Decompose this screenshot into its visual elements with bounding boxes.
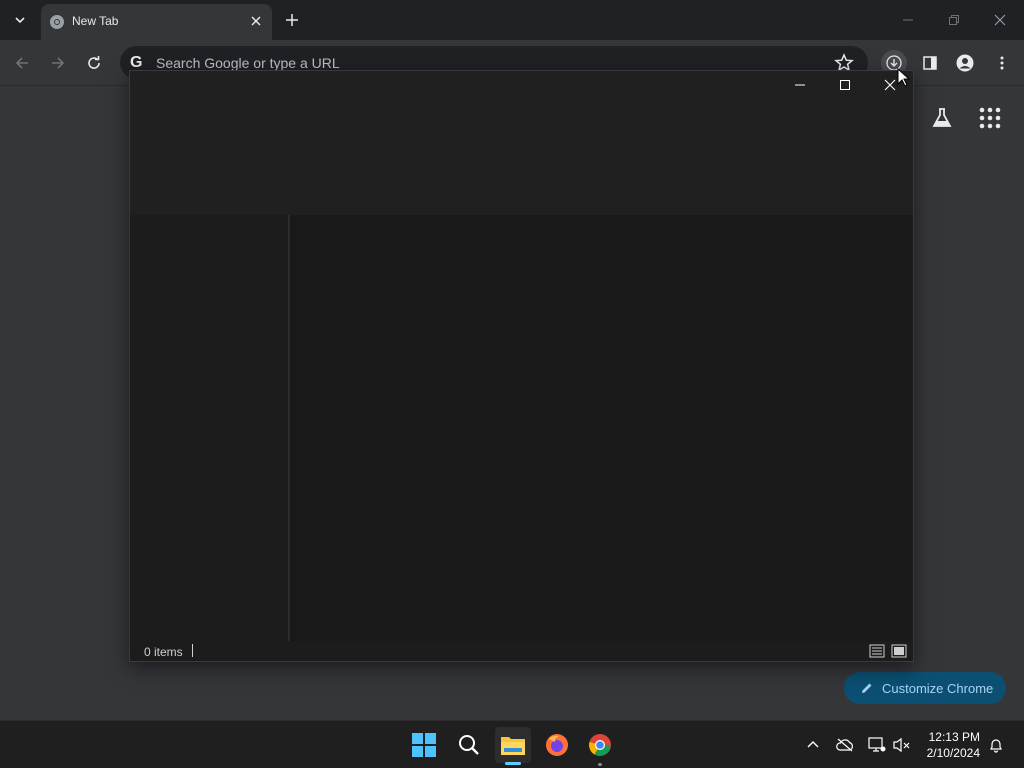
chrome-icon <box>589 734 611 756</box>
folder-icon <box>501 737 525 755</box>
bell-icon <box>990 739 1002 753</box>
search-icon <box>459 735 479 755</box>
chrome-icon <box>50 15 64 29</box>
large-icons-view-icon[interactable] <box>891 643 907 659</box>
restore-icon <box>949 15 959 25</box>
tab-strip: New Tab <box>0 0 1024 40</box>
more-vert-icon <box>1000 56 1004 70</box>
address-bar-placeholder: Search Google or type a URL <box>156 55 340 71</box>
back-button[interactable] <box>10 51 34 75</box>
google-apps-icon[interactable] <box>979 107 1001 129</box>
restore-button[interactable] <box>942 8 966 32</box>
explorer-minimize-icon[interactable] <box>792 77 808 93</box>
running-app-indicator <box>598 763 602 766</box>
close-icon <box>251 16 261 26</box>
tab-search-button[interactable] <box>8 8 32 32</box>
clock-time[interactable]: 12:13 PM <box>922 730 980 744</box>
notifications-button[interactable] <box>986 735 1006 755</box>
new-tab-button[interactable] <box>282 10 302 30</box>
network-status[interactable] <box>867 735 887 755</box>
show-hidden-icons-button[interactable] <box>803 735 823 755</box>
forward-button[interactable] <box>46 51 70 75</box>
firefox-icon <box>546 734 568 756</box>
labs-flask-icon[interactable] <box>930 106 954 130</box>
customize-chrome-button[interactable]: Customize Chrome <box>844 672 1006 704</box>
tab-close-button[interactable] <box>247 12 265 30</box>
file-explorer-window[interactable]: 0 items <box>129 70 914 662</box>
windows-logo-icon <box>412 733 436 757</box>
close-icon <box>994 14 1006 26</box>
chrome-menu-button[interactable] <box>989 50 1015 76</box>
explorer-maximize-icon[interactable] <box>837 77 853 93</box>
item-count: 0 items <box>144 645 183 659</box>
taskbar-firefox[interactable] <box>539 727 575 763</box>
onedrive-offline-icon <box>836 738 853 752</box>
arrow-left-icon <box>15 57 28 69</box>
chevron-down-icon <box>15 17 25 24</box>
network-icon <box>868 737 886 752</box>
customize-chrome-label: Customize Chrome <box>882 680 994 696</box>
volume-status[interactable] <box>892 735 912 755</box>
clock-date[interactable]: 2/10/2024 <box>918 746 980 760</box>
explorer-status-bar: 0 items <box>130 641 913 661</box>
taskbar-chrome[interactable] <box>582 727 618 763</box>
plus-icon <box>286 14 298 26</box>
volume-muted-icon <box>893 737 910 753</box>
arrow-right-icon <box>52 57 65 69</box>
chevron-up-icon <box>807 741 819 748</box>
side-panel-icon <box>923 56 937 70</box>
reload-icon <box>88 56 100 69</box>
profile-button[interactable] <box>952 50 978 76</box>
side-panel-button[interactable] <box>917 50 943 76</box>
profile-icon <box>956 54 974 72</box>
navigation-pane[interactable] <box>130 215 288 641</box>
taskbar-file-explorer[interactable] <box>495 727 531 763</box>
minimize-icon <box>903 19 913 21</box>
taskbar: 12:13 PM 2/10/2024 <box>0 720 1024 768</box>
start-button[interactable] <box>406 727 442 763</box>
onedrive-status[interactable] <box>835 735 855 755</box>
file-list-pane[interactable] <box>290 215 913 641</box>
explorer-close-icon[interactable] <box>882 77 898 93</box>
tab-new-tab[interactable]: New Tab <box>41 4 272 40</box>
pencil-icon <box>862 683 872 693</box>
explorer-header <box>130 71 913 215</box>
minimize-button[interactable] <box>896 8 920 32</box>
taskbar-search-button[interactable] <box>451 727 487 763</box>
reload-button[interactable] <box>82 51 106 75</box>
tab-title: New Tab <box>72 14 119 28</box>
close-window-button[interactable] <box>988 8 1012 32</box>
mouse-cursor-icon <box>897 68 911 87</box>
details-view-icon[interactable] <box>869 643 885 659</box>
active-app-indicator <box>505 762 521 765</box>
status-separator <box>192 644 193 657</box>
